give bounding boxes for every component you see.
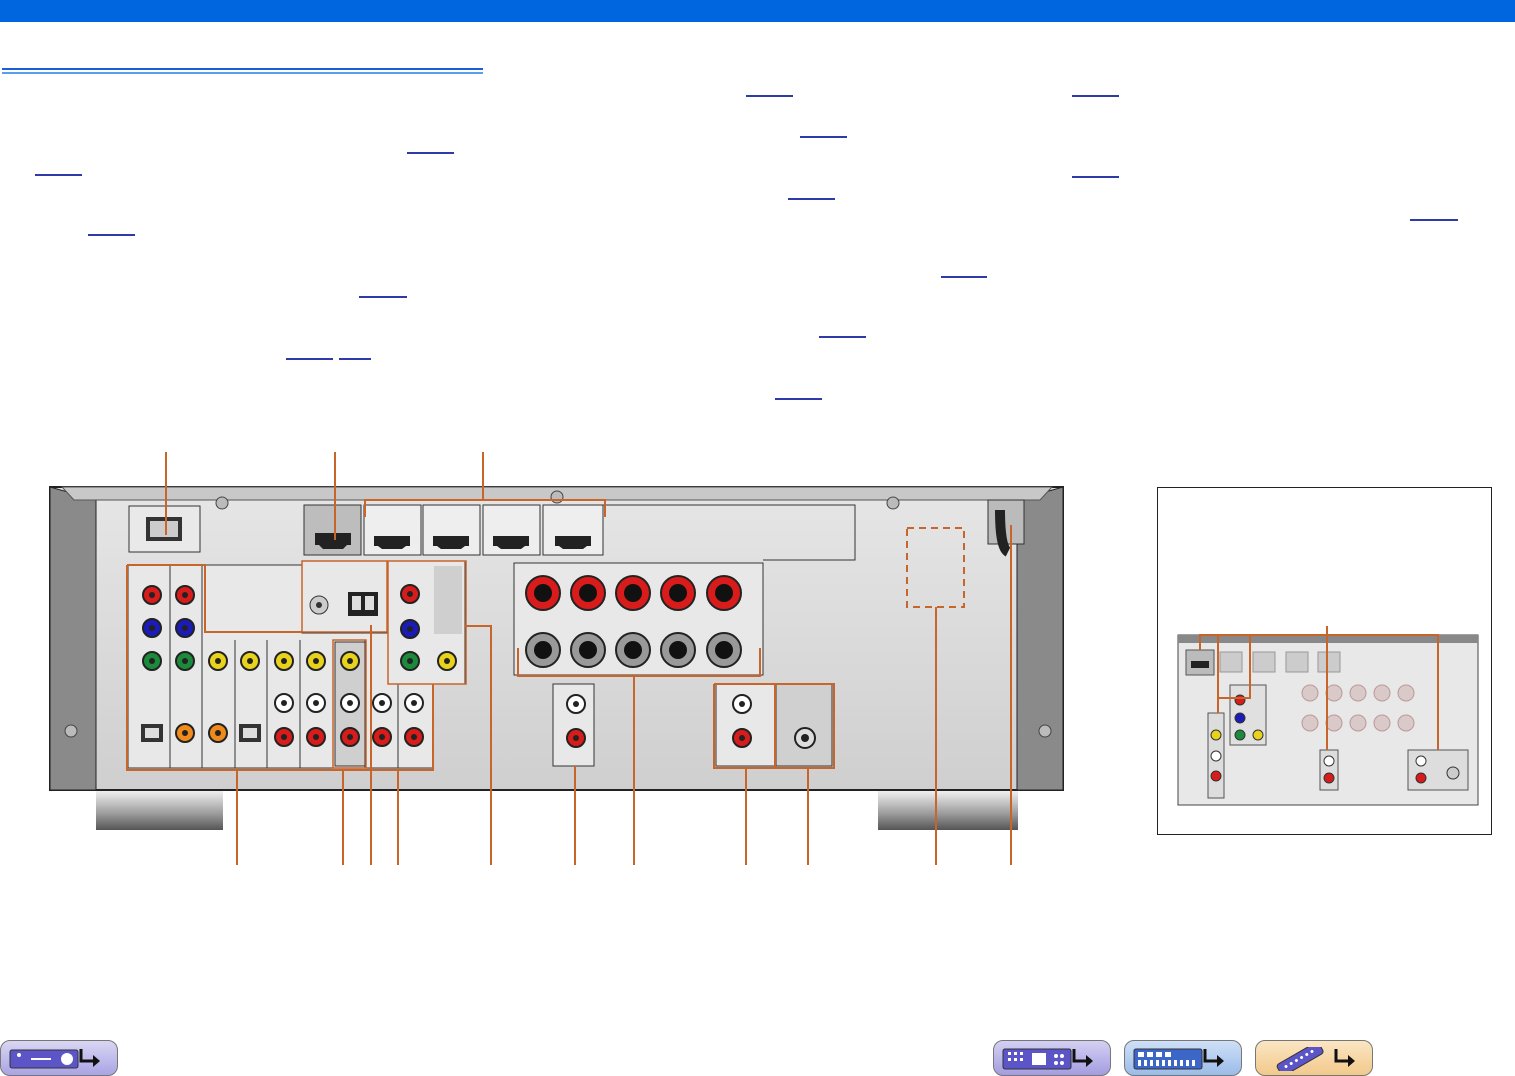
foot-left bbox=[96, 790, 223, 830]
return-arrow-icon bbox=[79, 1049, 100, 1067]
front-panel-nav-button[interactable] bbox=[0, 1040, 118, 1076]
return-arrow-icon bbox=[1072, 1049, 1093, 1067]
return-arrow-icon bbox=[1334, 1049, 1355, 1067]
rear-panel-icon bbox=[1133, 1048, 1203, 1070]
model-variant-inset bbox=[1157, 487, 1492, 835]
display-nav-button[interactable] bbox=[993, 1040, 1111, 1076]
inset-rear-panel-diagram bbox=[1177, 626, 1479, 806]
foot-right bbox=[878, 790, 1018, 830]
rear-panel-nav-button[interactable] bbox=[1124, 1040, 1242, 1076]
remote-control-nav-button[interactable] bbox=[1255, 1040, 1373, 1076]
receiver-front-icon bbox=[9, 1049, 79, 1069]
display-panel-icon bbox=[1002, 1048, 1072, 1070]
remote-control-icon bbox=[1276, 1047, 1324, 1071]
return-arrow-icon bbox=[1203, 1049, 1224, 1067]
